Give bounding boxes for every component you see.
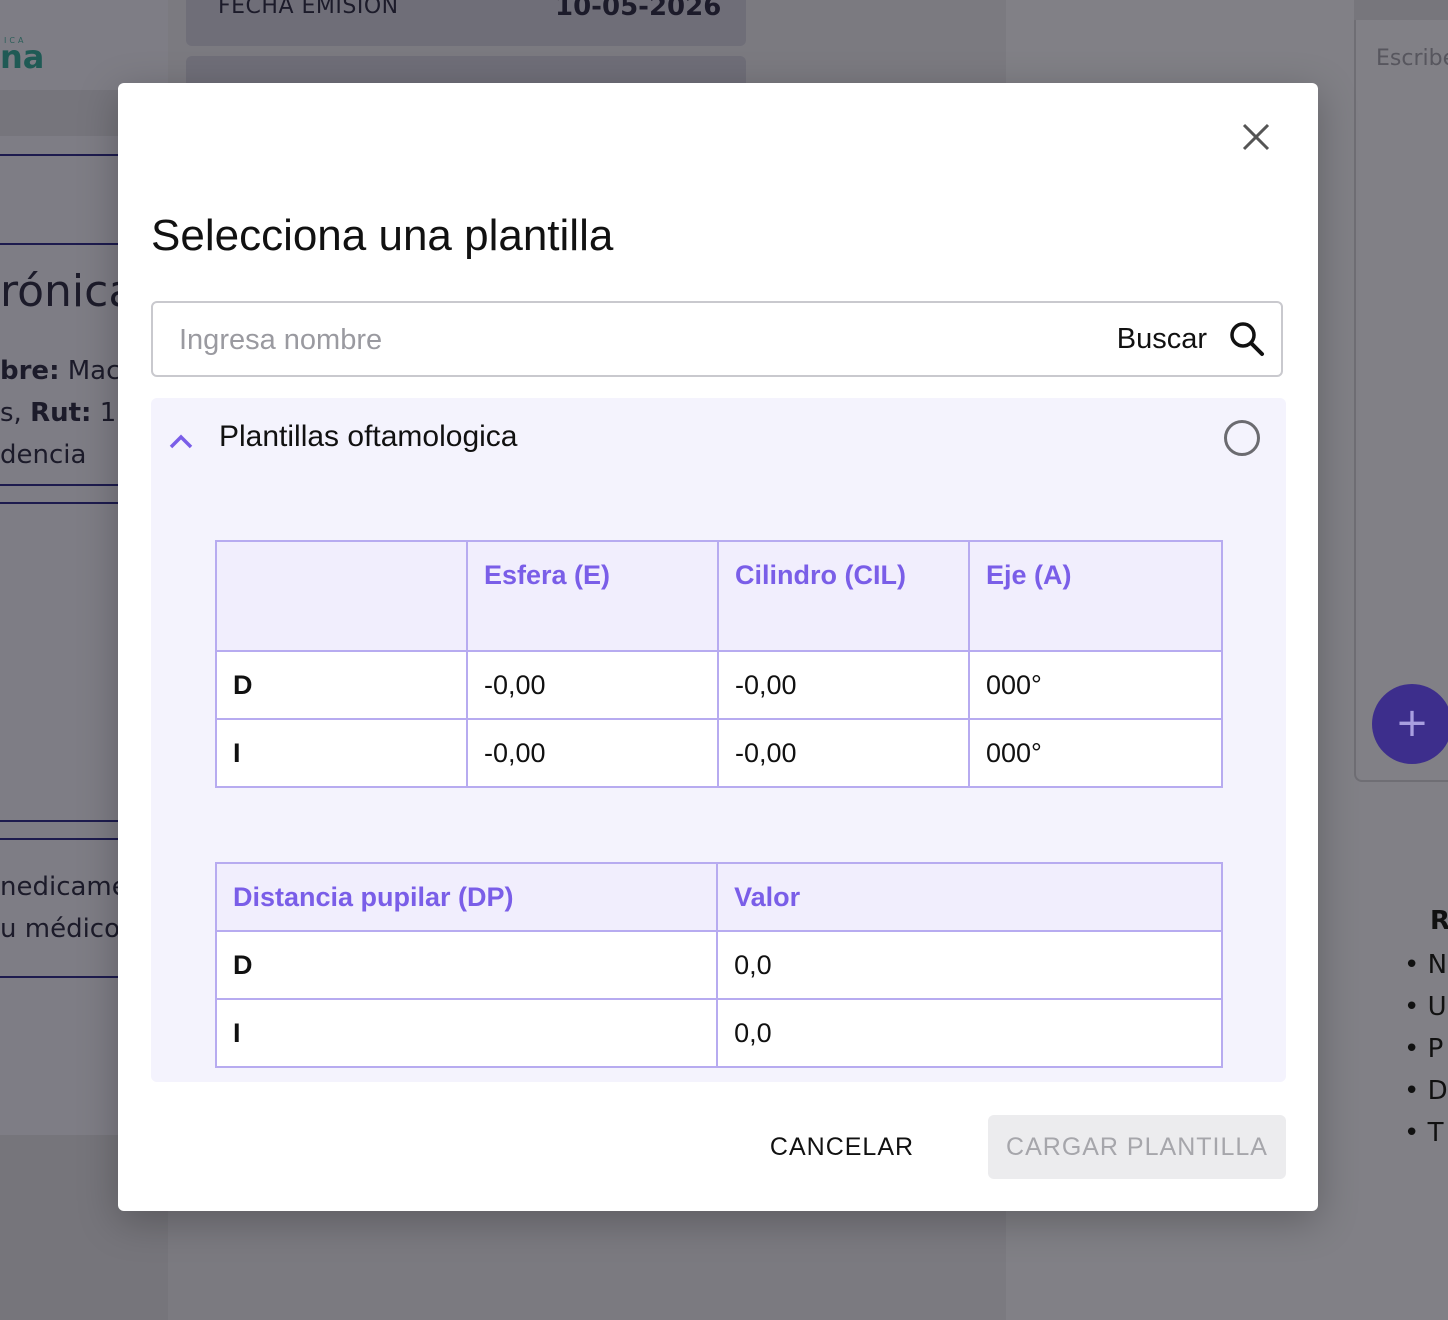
patient-rut-prefix: s,	[0, 398, 22, 428]
search-box: Buscar	[151, 301, 1283, 377]
search-input[interactable]	[153, 303, 1101, 377]
background-right-panel	[1354, 20, 1448, 782]
refraction-table: Esfera (E) Cilindro (CIL) Eje (A) D -0,0…	[215, 540, 1223, 788]
right-list-item: • D	[1404, 1076, 1448, 1106]
right-list-item: • P	[1404, 1034, 1444, 1064]
table-cell: 0,0	[716, 930, 1223, 1000]
table-row: D -0,00 -0,00 000°	[215, 650, 1223, 720]
patient-residencia: dencia	[0, 440, 87, 470]
table-header: Eje (A)	[968, 540, 1223, 652]
table-cell: 000°	[968, 650, 1223, 720]
table-cell: -0,00	[466, 718, 719, 788]
medico-text: u médico	[0, 914, 118, 944]
page-title-fragment: rónica	[0, 266, 118, 317]
fecha-emision-value: 10-05-2026	[555, 0, 722, 22]
table-cell: I	[215, 718, 468, 788]
patient-name-label: bre:	[0, 356, 60, 386]
table-header-row: Esfera (E) Cilindro (CIL) Eje (A)	[215, 540, 1223, 652]
search-button-label: Buscar	[1116, 322, 1207, 355]
table-cell: -0,00	[466, 650, 719, 720]
accordion-header[interactable]: Plantillas oftamologica	[151, 398, 1286, 484]
table-header	[215, 540, 468, 652]
right-list-item: • T	[1404, 1118, 1444, 1148]
load-template-button[interactable]: CARGAR PLANTILLA	[988, 1115, 1286, 1179]
table-header: Esfera (E)	[466, 540, 719, 652]
divider	[0, 154, 118, 156]
accordion-title: Plantillas oftamologica	[219, 420, 518, 453]
table-header: Distancia pupilar (DP)	[214, 862, 719, 932]
pupillary-distance-table: Distancia pupilar (DP) Valor D 0,0 I 0,0	[214, 862, 1223, 1068]
search-icon	[1227, 319, 1267, 359]
divider	[0, 820, 118, 822]
right-heading: R	[1430, 906, 1448, 936]
fecha-emision-label: FECHA EMISIÓN	[218, 0, 399, 19]
modal-title: Selecciona una plantilla	[151, 211, 614, 260]
divider	[0, 976, 118, 978]
plus-icon: +	[1395, 700, 1429, 746]
table-cell: 0,0	[716, 998, 1223, 1068]
template-radio[interactable]	[1224, 420, 1260, 456]
table-header: Cilindro (CIL)	[717, 540, 970, 652]
medicamento-text: nedicame	[0, 872, 118, 902]
background-left-content: ICA na rónica bre: Maca s, Rut: 17. denc…	[0, 0, 118, 1320]
right-panel-placeholder: Escribe	[1376, 46, 1448, 71]
table-cell: I	[214, 998, 719, 1068]
background-band	[0, 90, 118, 136]
divider	[0, 243, 118, 245]
divider	[0, 838, 118, 840]
right-list-item: • U	[1404, 992, 1447, 1022]
patient-rut-label: Rut:	[30, 398, 92, 428]
table-cell: D	[214, 930, 719, 1000]
close-icon	[1242, 123, 1270, 151]
chevron-up-icon[interactable]	[167, 428, 195, 456]
table-header-row: Distancia pupilar (DP) Valor	[214, 862, 1223, 932]
add-fab-button[interactable]: +	[1372, 684, 1448, 764]
table-cell: 000°	[968, 718, 1223, 788]
right-list-item: • N	[1404, 950, 1448, 980]
template-accordion: Plantillas oftamologica Esfera (E) Cilin…	[151, 398, 1286, 1082]
background-card	[186, 56, 746, 86]
table-header: Valor	[716, 862, 1223, 932]
cancel-button[interactable]: CANCELAR	[752, 1117, 932, 1177]
table-row: I 0,0	[214, 998, 1223, 1068]
table-row: D 0,0	[214, 930, 1223, 1000]
logo: na	[0, 38, 45, 76]
search-button[interactable]: Buscar	[1117, 315, 1267, 363]
table-cell: D	[215, 650, 468, 720]
background-right-top	[1354, 0, 1448, 20]
table-cell: -0,00	[717, 718, 970, 788]
divider	[0, 484, 118, 486]
patient-rut-line: s, Rut: 17.	[0, 398, 118, 428]
patient-name-value: Maca	[67, 356, 118, 386]
patient-rut-value: 17.	[99, 398, 118, 428]
select-template-modal: Selecciona una plantilla Buscar Plantill…	[118, 83, 1318, 1211]
table-cell: -0,00	[717, 650, 970, 720]
close-button[interactable]	[1238, 119, 1274, 155]
divider	[0, 502, 118, 504]
patient-name-line: bre: Maca	[0, 356, 118, 386]
table-row: I -0,00 -0,00 000°	[215, 718, 1223, 788]
